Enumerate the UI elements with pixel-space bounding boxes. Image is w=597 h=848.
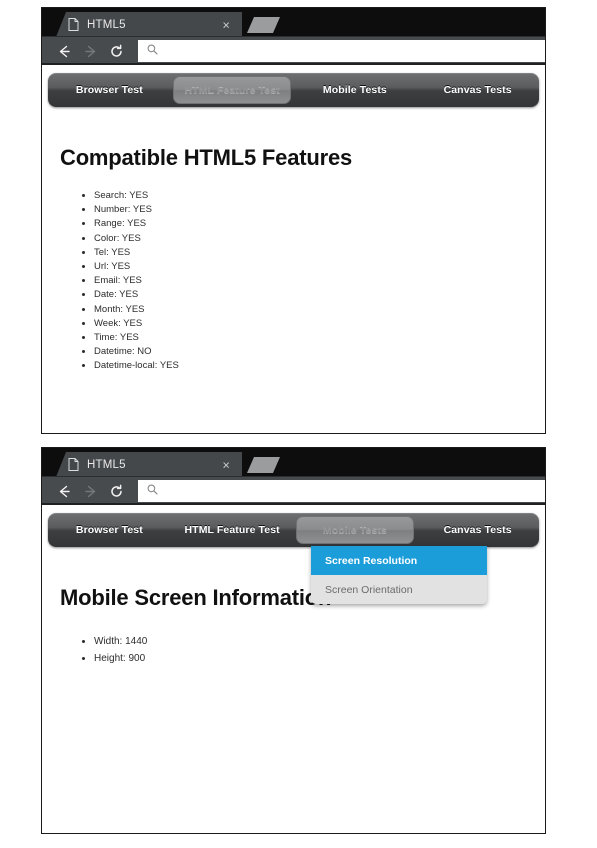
- nav-item-mobile-tests[interactable]: Mobile Tests: [294, 73, 417, 107]
- list-item: Height: 900: [94, 650, 527, 667]
- nav-item-browser-test[interactable]: Browser Test: [48, 73, 171, 107]
- nav-item-html-feature-test[interactable]: HTML Feature Test: [171, 513, 294, 547]
- new-tab-button[interactable]: [247, 17, 280, 33]
- nav-item-browser-test[interactable]: Browser Test: [48, 513, 171, 547]
- address-bar[interactable]: [138, 40, 545, 62]
- list-item: Time: YES: [94, 331, 527, 345]
- nav-item-html-feature-test[interactable]: HTML Feature Test: [171, 73, 294, 107]
- tab-title: HTML5: [87, 18, 126, 31]
- tab-strip: HTML5 ×: [42, 8, 545, 37]
- search-icon: [147, 482, 158, 500]
- content-area-top: Compatible HTML5 Features Search: YES Nu…: [42, 115, 545, 433]
- browser-tab[interactable]: HTML5 ×: [56, 12, 242, 37]
- html5-feature-list: Search: YES Number: YES Range: YES Color…: [60, 189, 527, 374]
- nav-item-mobile-tests[interactable]: Mobile Tests: [294, 513, 417, 547]
- list-item: Month: YES: [94, 303, 527, 317]
- list-item: Url: YES: [94, 260, 527, 274]
- forward-icon[interactable]: [78, 479, 102, 503]
- list-item: Week: YES: [94, 317, 527, 331]
- page-icon: [68, 18, 79, 31]
- close-icon[interactable]: ×: [222, 18, 230, 31]
- browser-window-bottom: HTML5 × Browser Test HTML Feature Test M…: [41, 447, 546, 834]
- nav-item-canvas-tests[interactable]: Canvas Tests: [416, 73, 539, 107]
- browser-window-top: HTML5 × Browser Test HTML Feature Test M…: [41, 7, 546, 434]
- list-item: Datetime-local: YES: [94, 359, 527, 373]
- menu-item-screen-resolution[interactable]: Screen Resolution: [311, 546, 487, 575]
- list-item: Number: YES: [94, 203, 527, 217]
- screenshot-root: HTML5 × Browser Test HTML Feature Test M…: [0, 0, 597, 848]
- list-item: Width: 1440: [94, 633, 527, 650]
- close-icon[interactable]: ×: [222, 458, 230, 471]
- reload-icon[interactable]: [104, 39, 128, 63]
- site-navbar-top: Browser Test HTML Feature Test Mobile Te…: [48, 73, 539, 107]
- tab-strip: HTML5 ×: [42, 448, 545, 477]
- page-content-bottom: Browser Test HTML Feature Test Mobile Te…: [42, 505, 545, 833]
- page-content-top: Browser Test HTML Feature Test Mobile Te…: [42, 65, 545, 433]
- search-icon: [147, 42, 158, 60]
- nav-item-canvas-tests[interactable]: Canvas Tests: [416, 513, 539, 547]
- tab-title: HTML5: [87, 458, 126, 471]
- back-icon[interactable]: [52, 479, 76, 503]
- page-icon: [68, 458, 79, 471]
- new-tab-button[interactable]: [247, 457, 280, 473]
- menu-item-screen-orientation[interactable]: Screen Orientation: [311, 575, 487, 604]
- address-bar[interactable]: [138, 480, 545, 502]
- mobile-tests-dropdown-menu: Screen Resolution Screen Orientation: [311, 546, 487, 604]
- list-item: Email: YES: [94, 274, 527, 288]
- list-item: Range: YES: [94, 217, 527, 231]
- list-item: Datetime: NO: [94, 345, 527, 359]
- back-icon[interactable]: [52, 39, 76, 63]
- reload-icon[interactable]: [104, 479, 128, 503]
- site-navbar-bottom: Browser Test HTML Feature Test Mobile Te…: [48, 513, 539, 547]
- list-item: Search: YES: [94, 189, 527, 203]
- browser-tab[interactable]: HTML5 ×: [56, 452, 242, 477]
- mobile-screen-info-list: Width: 1440 Height: 900: [60, 633, 527, 667]
- list-item: Color: YES: [94, 232, 527, 246]
- list-item: Tel: YES: [94, 246, 527, 260]
- list-item: Date: YES: [94, 288, 527, 302]
- browser-toolbar: [42, 37, 545, 65]
- browser-toolbar: [42, 477, 545, 505]
- page-title: Compatible HTML5 Features: [60, 145, 353, 170]
- forward-icon[interactable]: [78, 39, 102, 63]
